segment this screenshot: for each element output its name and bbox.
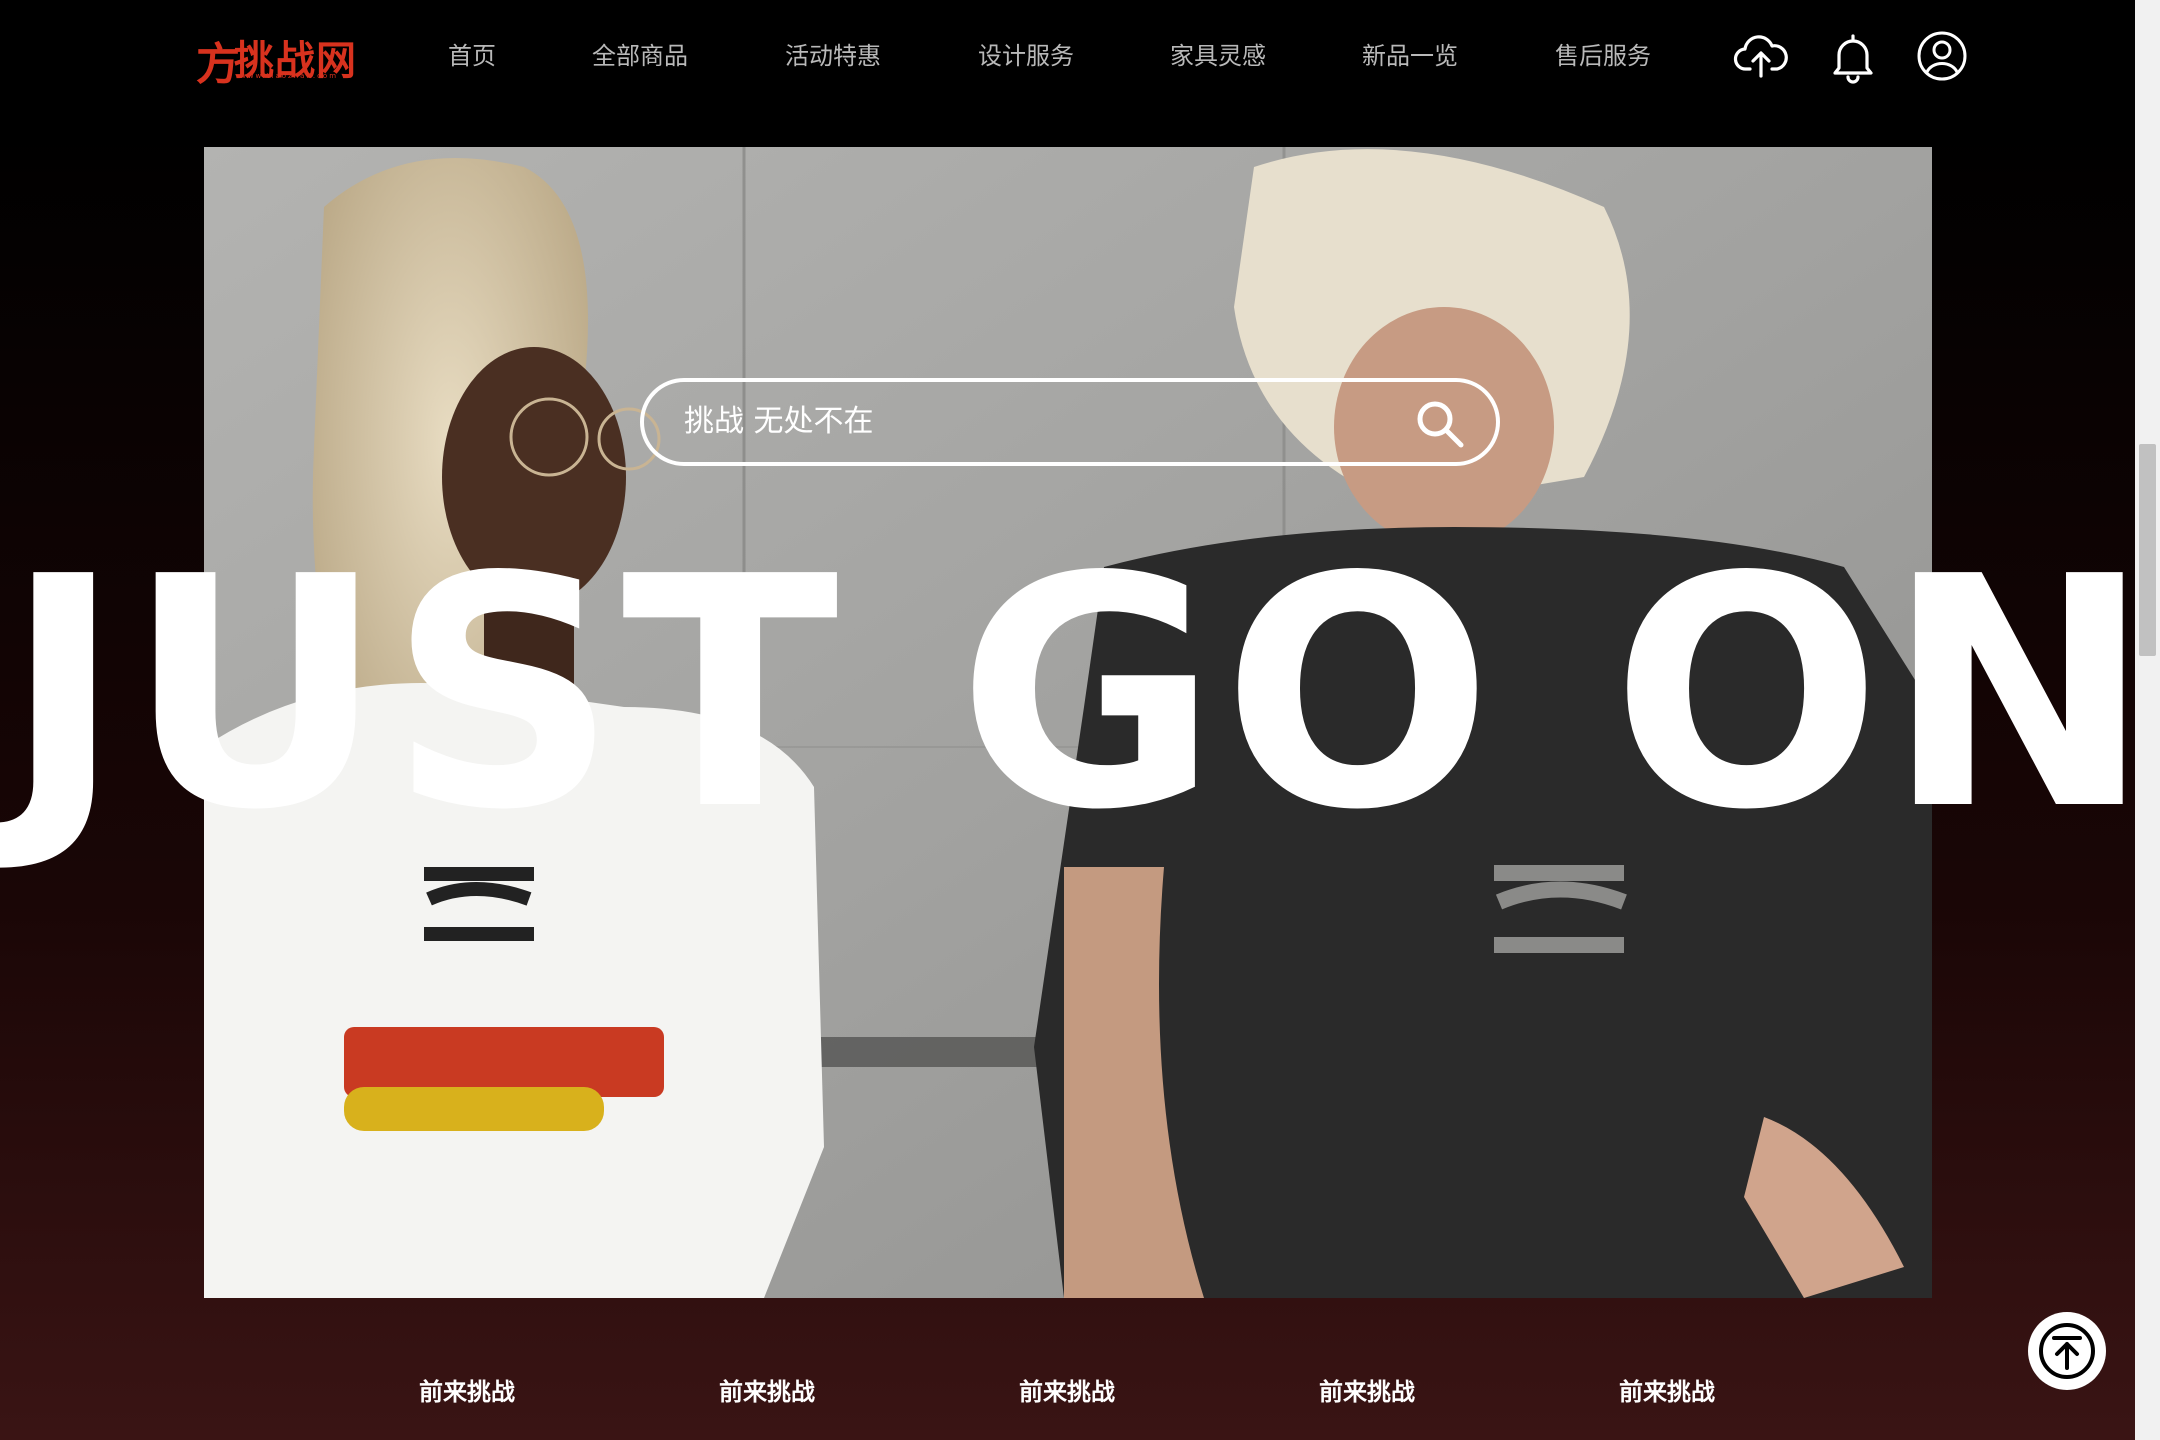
nav-item-furniture-inspiration[interactable]: 家具灵感 (1170, 36, 1266, 71)
user-icon[interactable] (1914, 28, 1970, 84)
scrollbar-thumb[interactable] (2139, 444, 2156, 656)
page-scrollbar[interactable] (2135, 0, 2160, 1440)
site-logo[interactable]: 方 挑战网 www.tiaozhan.com (196, 26, 368, 90)
search-input[interactable]: 挑战 无处不在 (684, 382, 874, 462)
upload-cloud-icon[interactable] (1733, 28, 1789, 84)
cta-link-2[interactable]: 前来挑战 (719, 1372, 815, 1407)
nav-item-after-sales[interactable]: 售后服务 (1555, 36, 1651, 71)
nav-item-design-service[interactable]: 设计服务 (978, 36, 1074, 71)
cta-link-1[interactable]: 前来挑战 (419, 1372, 515, 1407)
back-to-top-button[interactable] (2028, 1312, 2106, 1390)
arrow-up-icon (2039, 1323, 2095, 1379)
site-header: 方 挑战网 www.tiaozhan.com 首页 全部商品 活动特惠 设计服务… (0, 0, 2135, 116)
nav-item-home[interactable]: 首页 (448, 36, 496, 71)
search-icon[interactable] (1414, 398, 1466, 450)
hero-headline: JUST GO ON (4, 509, 2156, 879)
cta-link-5[interactable]: 前来挑战 (1619, 1372, 1715, 1407)
bell-icon[interactable] (1825, 28, 1881, 84)
nav-item-promotions[interactable]: 活动特惠 (785, 36, 881, 71)
nav-item-all-products[interactable]: 全部商品 (592, 36, 688, 71)
search-bar[interactable]: 挑战 无处不在 (640, 378, 1500, 466)
logo-url: www.tiaozhan.com (240, 72, 339, 80)
cta-link-3[interactable]: 前来挑战 (1019, 1372, 1115, 1407)
nav-item-new-arrivals[interactable]: 新品一览 (1362, 36, 1458, 71)
cta-link-4[interactable]: 前来挑战 (1319, 1372, 1415, 1407)
